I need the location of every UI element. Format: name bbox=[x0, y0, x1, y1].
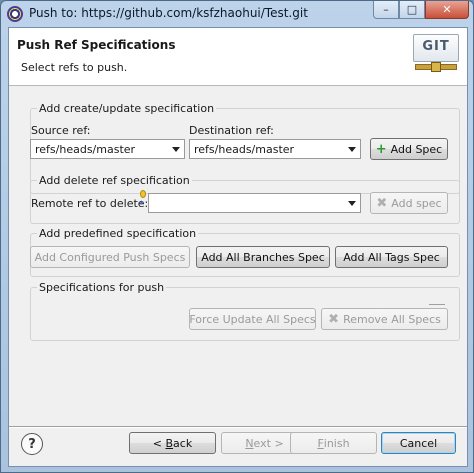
destination-ref-label: Destination ref: bbox=[189, 124, 274, 137]
destination-ref-combo[interactable]: refs/heads/master bbox=[189, 139, 361, 159]
add-delete-spec-button[interactable]: ✖ Add spec bbox=[370, 192, 448, 214]
git-logo-text: GIT bbox=[422, 39, 450, 54]
add-spec-button[interactable]: + Add Spec bbox=[370, 138, 448, 160]
specs-group-title: Specifications for push bbox=[37, 281, 167, 294]
source-ref-combo[interactable]: refs/heads/master bbox=[30, 139, 185, 159]
cancel-button[interactable]: Cancel bbox=[381, 432, 456, 454]
window-title: Push to: https://github.com/ksfzhaohui/T… bbox=[29, 6, 308, 20]
git-logo-icon: GIT bbox=[413, 34, 459, 74]
add-spec-label: Add Spec bbox=[390, 142, 443, 156]
next-rest: ext > bbox=[253, 436, 284, 450]
title-bar[interactable]: Push to: https://github.com/ksfzhaohui/T… bbox=[1, 1, 473, 27]
back-button[interactable]: < Back bbox=[129, 432, 216, 454]
page-description: Select refs to push. bbox=[21, 61, 128, 74]
chevron-down-icon[interactable] bbox=[348, 201, 356, 206]
add-delete-spec-label: Add spec bbox=[391, 196, 442, 210]
back-prefix: < bbox=[152, 436, 166, 450]
delete-group-title: Add delete ref specification bbox=[37, 174, 192, 187]
predefined-group-title: Add predefined specification bbox=[37, 227, 199, 240]
eclipse-icon bbox=[7, 6, 23, 22]
dialog-client: Push Ref Specifications Select refs to p… bbox=[8, 27, 468, 467]
chevron-down-icon[interactable] bbox=[172, 147, 180, 152]
add-all-branches-spec-button[interactable]: Add All Branches Spec bbox=[196, 246, 330, 268]
help-button[interactable]: ? bbox=[21, 433, 43, 455]
dialog-window: Push to: https://github.com/ksfzhaohui/T… bbox=[0, 0, 474, 473]
minimize-button[interactable]: – bbox=[373, 1, 399, 19]
source-ref-label: Source ref: bbox=[31, 124, 91, 137]
close-button[interactable]: ✕ bbox=[425, 1, 469, 19]
table-scroll-handle[interactable] bbox=[429, 304, 445, 305]
remote-ref-combo[interactable] bbox=[148, 193, 361, 213]
delete-icon: ✖ bbox=[376, 195, 388, 211]
chevron-down-icon[interactable] bbox=[348, 147, 356, 152]
back-rest: ack bbox=[173, 436, 193, 450]
remote-ref-label: Remote ref to delete: bbox=[31, 197, 149, 210]
next-mnemonic: N bbox=[245, 436, 254, 450]
source-ref-value: refs/heads/master bbox=[35, 143, 136, 156]
add-icon: + bbox=[375, 141, 387, 157]
maximize-button[interactable]: □ bbox=[399, 1, 425, 19]
add-configured-push-specs-button[interactable]: Add Configured Push Specs bbox=[30, 246, 190, 268]
window-controls: – □ ✕ bbox=[373, 1, 469, 19]
finish-rest: inish bbox=[323, 436, 350, 450]
footer-separator bbox=[9, 426, 467, 428]
destination-ref-value: refs/heads/master bbox=[194, 143, 295, 156]
wizard-banner: Push Ref Specifications Select refs to p… bbox=[9, 28, 467, 86]
page-title: Push Ref Specifications bbox=[17, 38, 176, 52]
create-update-group-title: Add create/update specification bbox=[37, 102, 217, 115]
add-all-tags-spec-button[interactable]: Add All Tags Spec bbox=[335, 246, 448, 268]
remove-icon: ✖ bbox=[328, 311, 340, 327]
force-update-all-specs-button[interactable]: Force Update All Specs bbox=[189, 308, 316, 330]
back-mnemonic: B bbox=[165, 436, 174, 450]
remove-all-specs-button[interactable]: ✖ Remove All Specs bbox=[321, 308, 448, 330]
finish-button[interactable]: Finish bbox=[290, 432, 377, 454]
specs-table[interactable] bbox=[39, 304, 451, 307]
remove-all-specs-label: Remove All Specs bbox=[343, 312, 441, 326]
